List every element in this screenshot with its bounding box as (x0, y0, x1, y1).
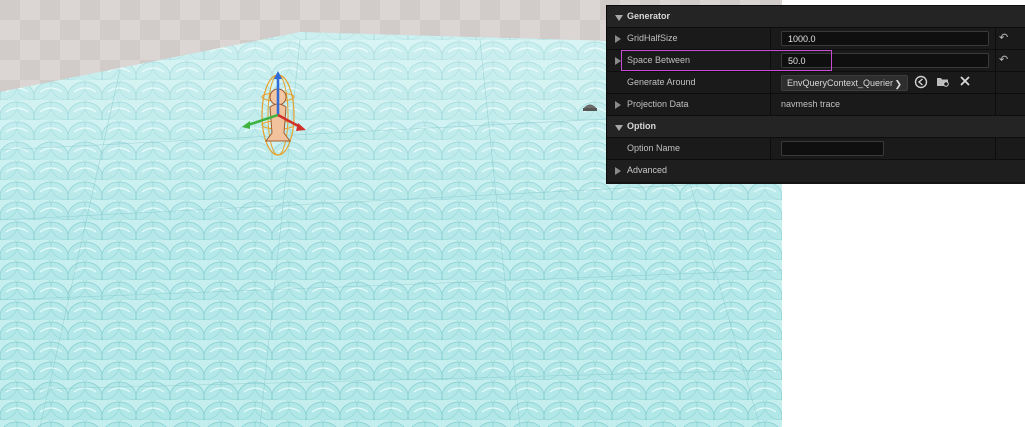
browse-icon[interactable] (913, 75, 929, 91)
close-icon[interactable] (957, 75, 973, 91)
projection-data-value: navmesh trace (781, 99, 841, 109)
expand-arrow-icon[interactable] (615, 167, 621, 175)
grid-half-size-input[interactable]: 1000.0 (781, 31, 989, 46)
property-space-between: Space Between 50.0 ↶ (607, 49, 1025, 72)
category-option[interactable]: Option (607, 115, 1025, 138)
property-option-name: Option Name (607, 137, 1025, 160)
folder-search-icon[interactable] (935, 75, 951, 91)
category-advanced[interactable]: Advanced (607, 159, 1025, 182)
option-name-input[interactable] (781, 141, 884, 156)
reset-arrow-icon[interactable]: ↶ (999, 32, 1008, 44)
property-label: Generate Around (627, 77, 696, 87)
property-label: Projection Data (627, 99, 689, 109)
expand-arrow-icon[interactable] (615, 101, 621, 109)
property-generate-around: Generate Around EnvQueryContext_Querier … (607, 71, 1025, 94)
expand-arrow-icon[interactable] (615, 15, 623, 21)
property-label: Option Name (627, 143, 681, 153)
space-between-input[interactable]: 50.0 (781, 53, 989, 68)
expand-arrow-icon[interactable] (615, 57, 621, 65)
chevron-down-icon: ❯ (894, 79, 902, 89)
category-label: Option (627, 121, 656, 131)
property-label: Space Between (627, 55, 691, 65)
expand-arrow-icon[interactable] (615, 35, 621, 43)
expand-arrow-icon[interactable] (615, 125, 623, 131)
property-grid-half-size: GridHalfSize 1000.0 ↶ (607, 27, 1025, 50)
category-generator[interactable]: Generator (607, 5, 1025, 28)
dropdown-value: EnvQueryContext_Querier (787, 78, 894, 88)
category-label: Generator (627, 11, 671, 21)
category-label: Advanced (627, 165, 668, 175)
generate-around-dropdown[interactable]: EnvQueryContext_Querier ❯ (781, 75, 908, 91)
details-panel: Generator GridHalfSize 1000.0 ↶ Space Be… (606, 5, 1025, 184)
property-label: GridHalfSize (627, 33, 678, 43)
reset-arrow-icon[interactable]: ↶ (999, 54, 1008, 66)
property-projection-data: Projection Data navmesh trace (607, 93, 1025, 116)
